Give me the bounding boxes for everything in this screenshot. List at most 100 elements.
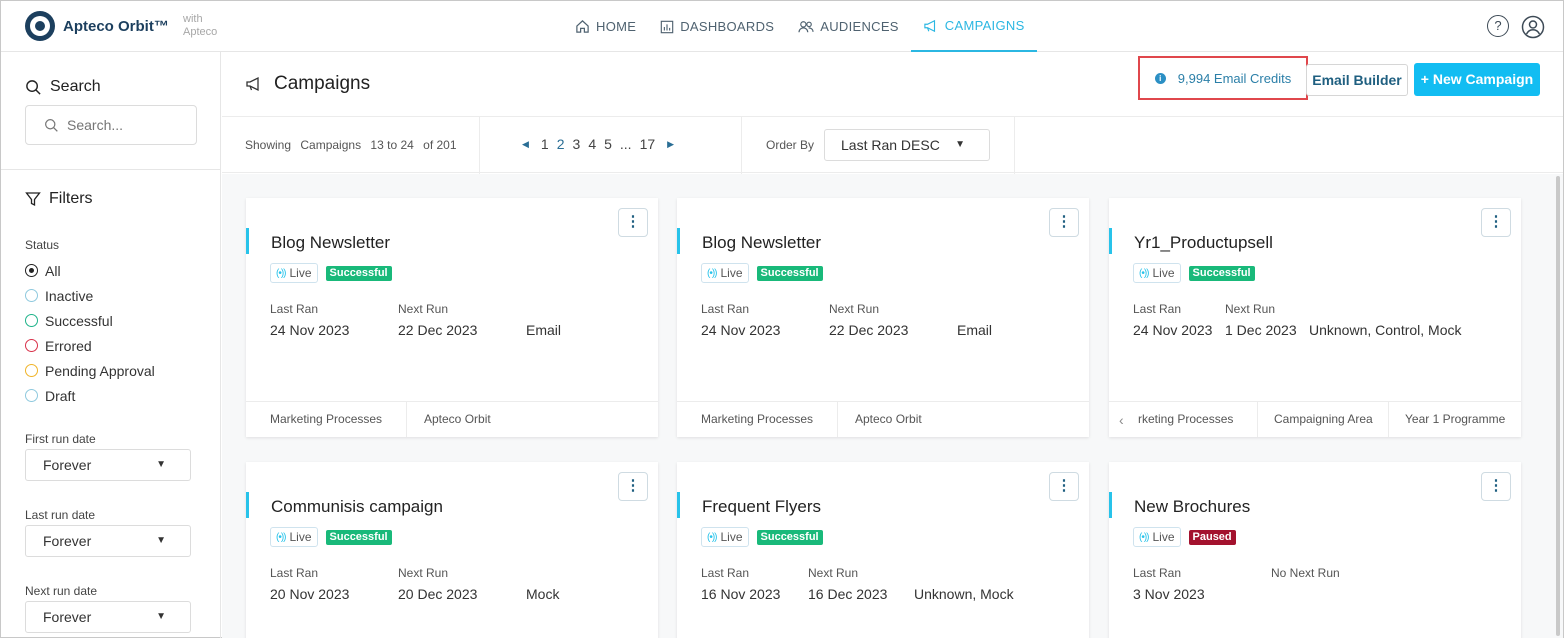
- email-credits-indicator[interactable]: i 9,994 Email Credits: [1138, 56, 1308, 100]
- with-text: with: [183, 13, 203, 25]
- status-option-all[interactable]: All: [25, 258, 155, 283]
- campaign-card[interactable]: ⋮ New Brochures (•)) Live Paused Last Ran…: [1109, 462, 1521, 638]
- campaign-badges: (•)) Live Successful: [1133, 263, 1255, 283]
- search-icon: [26, 79, 41, 95]
- new-campaign-button[interactable]: + New Campaign: [1414, 63, 1540, 96]
- live-text: Live: [289, 266, 312, 280]
- campaign-title[interactable]: New Brochures: [1134, 497, 1250, 517]
- order-by-select[interactable]: Last Ran DESC ▼: [824, 129, 990, 161]
- app-logo[interactable]: Apteco Orbit™: [25, 11, 169, 41]
- campaign-badges: (•)) Live Successful: [701, 527, 823, 547]
- page-link[interactable]: 3: [573, 136, 581, 152]
- prev-page-icon[interactable]: ◀: [522, 139, 529, 150]
- live-badge: (•)) Live: [1133, 527, 1181, 547]
- status-option-inactive[interactable]: Inactive: [25, 283, 155, 308]
- status-option-errored[interactable]: Errored: [25, 333, 155, 358]
- radio-successful[interactable]: [25, 314, 38, 327]
- radio-errored[interactable]: [25, 339, 38, 352]
- nav-campaigns-label: CAMPAIGNS: [944, 18, 1025, 33]
- more-options-icon[interactable]: ⋮: [1049, 472, 1079, 501]
- scrollbar-thumb[interactable]: [1556, 176, 1560, 636]
- radio-inactive[interactable]: [25, 289, 38, 302]
- campaign-title[interactable]: Frequent Flyers: [702, 497, 821, 517]
- channel-value: Unknown, Mock: [914, 586, 1014, 602]
- radio-draft[interactable]: [25, 389, 38, 402]
- search-input[interactable]: [67, 117, 187, 133]
- campaign-card[interactable]: ⋮ Yr1_Productupsell (•)) Live Successful …: [1109, 198, 1521, 437]
- scrollbar[interactable]: [1556, 174, 1561, 638]
- status-badge: Successful: [756, 529, 823, 545]
- page-link[interactable]: 17: [640, 136, 656, 152]
- status-badge: Successful: [756, 265, 823, 281]
- broadcast-icon: (•)): [1139, 531, 1149, 543]
- status-badge: Successful: [1188, 265, 1255, 281]
- more-options-icon[interactable]: ⋮: [1481, 472, 1511, 501]
- user-account-icon[interactable]: [1521, 15, 1545, 39]
- pagination: ◀ 1 2 3 4 5 ... 17 ▶: [514, 136, 682, 152]
- list-toolbar: Showing Campaigns 13 to 24 of 201 ◀ 1 2 …: [222, 116, 1563, 174]
- status-badge: Paused: [1188, 529, 1236, 545]
- more-options-icon[interactable]: ⋮: [618, 208, 648, 237]
- nav-home[interactable]: HOME: [563, 1, 648, 52]
- last-run-date-value: Forever: [43, 533, 92, 549]
- with-apteco: with Apteco: [183, 13, 217, 39]
- next-run-value: 22 Dec 2023: [398, 322, 478, 338]
- email-builder-button[interactable]: Email Builder: [1306, 64, 1408, 96]
- status-option-pending-approval[interactable]: Pending Approval: [25, 358, 155, 383]
- next-run-date-label: Next run date: [25, 584, 98, 598]
- last-ran-label: Last Ran: [1133, 566, 1182, 580]
- next-run-date-select[interactable]: Forever ▼: [25, 601, 191, 633]
- nav-dashboards[interactable]: DASHBOARDS: [648, 1, 786, 52]
- page-link-current[interactable]: 2: [557, 136, 565, 152]
- campaign-card[interactable]: ⋮ Blog Newsletter (•)) Live Successful La…: [246, 198, 658, 437]
- next-page-icon[interactable]: ▶: [667, 139, 674, 150]
- card-accent: [677, 228, 680, 254]
- next-run-value: 16 Dec 2023: [808, 586, 888, 602]
- broadcast-icon: (•)): [707, 267, 717, 279]
- campaign-card[interactable]: ⋮ Communisis campaign (•)) Live Successfu…: [246, 462, 658, 638]
- footer-tag: Apteco Orbit: [855, 412, 922, 426]
- card-accent: [1109, 228, 1112, 254]
- footer-tag: Marketing Processes: [677, 402, 838, 437]
- next-run-value: 1 Dec 2023: [1225, 322, 1297, 338]
- chevron-left-icon[interactable]: ‹: [1119, 412, 1124, 428]
- apteco-text: Apteco: [183, 26, 218, 38]
- search-section-title: Search: [25, 78, 101, 96]
- campaign-card[interactable]: ⋮ Blog Newsletter (•)) Live Successful La…: [677, 198, 1089, 437]
- broadcast-icon: (•)): [276, 267, 286, 279]
- broadcast-icon: (•)): [1139, 267, 1149, 279]
- campaign-card-grid: ⋮ Blog Newsletter (•)) Live Successful La…: [222, 174, 1563, 638]
- campaign-badges: (•)) Live Successful: [701, 263, 823, 283]
- footer-tag: Campaigning Area: [1258, 402, 1389, 437]
- caret-down-icon: ▼: [156, 459, 166, 470]
- caret-down-icon: ▼: [156, 535, 166, 546]
- nav-campaigns[interactable]: CAMPAIGNS: [910, 1, 1037, 52]
- campaign-title[interactable]: Blog Newsletter: [702, 233, 821, 253]
- orbit-logo-icon: [25, 11, 55, 41]
- footer-tag: Marketing Processes: [246, 402, 407, 437]
- campaign-title[interactable]: Blog Newsletter: [271, 233, 390, 253]
- search-box[interactable]: [25, 105, 197, 145]
- page-link[interactable]: 4: [588, 136, 596, 152]
- more-options-icon[interactable]: ⋮: [618, 472, 648, 501]
- help-icon[interactable]: ?: [1487, 15, 1509, 37]
- status-option-successful[interactable]: Successful: [25, 308, 155, 333]
- last-ran-label: Last Ran: [270, 302, 319, 316]
- radio-pending-approval[interactable]: [25, 364, 38, 377]
- campaign-title[interactable]: Communisis campaign: [271, 497, 443, 517]
- showing-summary: Showing Campaigns 13 to 24 of 201: [245, 138, 463, 152]
- nav-audiences[interactable]: AUDIENCES: [786, 1, 911, 52]
- first-run-date-select[interactable]: Forever ▼: [25, 449, 191, 481]
- status-option-draft[interactable]: Draft: [25, 383, 155, 408]
- page-link[interactable]: 5: [604, 136, 612, 152]
- radio-all[interactable]: [25, 264, 38, 277]
- channel-value: Mock: [526, 586, 560, 602]
- campaign-card[interactable]: ⋮ Frequent Flyers (•)) Live Successful La…: [677, 462, 1089, 638]
- campaign-title[interactable]: Yr1_Productupsell: [1134, 233, 1273, 253]
- more-options-icon[interactable]: ⋮: [1049, 208, 1079, 237]
- page-link[interactable]: 1: [541, 136, 549, 152]
- more-options-icon[interactable]: ⋮: [1481, 208, 1511, 237]
- card-accent: [677, 492, 680, 518]
- last-run-date-select[interactable]: Forever ▼: [25, 525, 191, 557]
- card-accent: [246, 228, 249, 254]
